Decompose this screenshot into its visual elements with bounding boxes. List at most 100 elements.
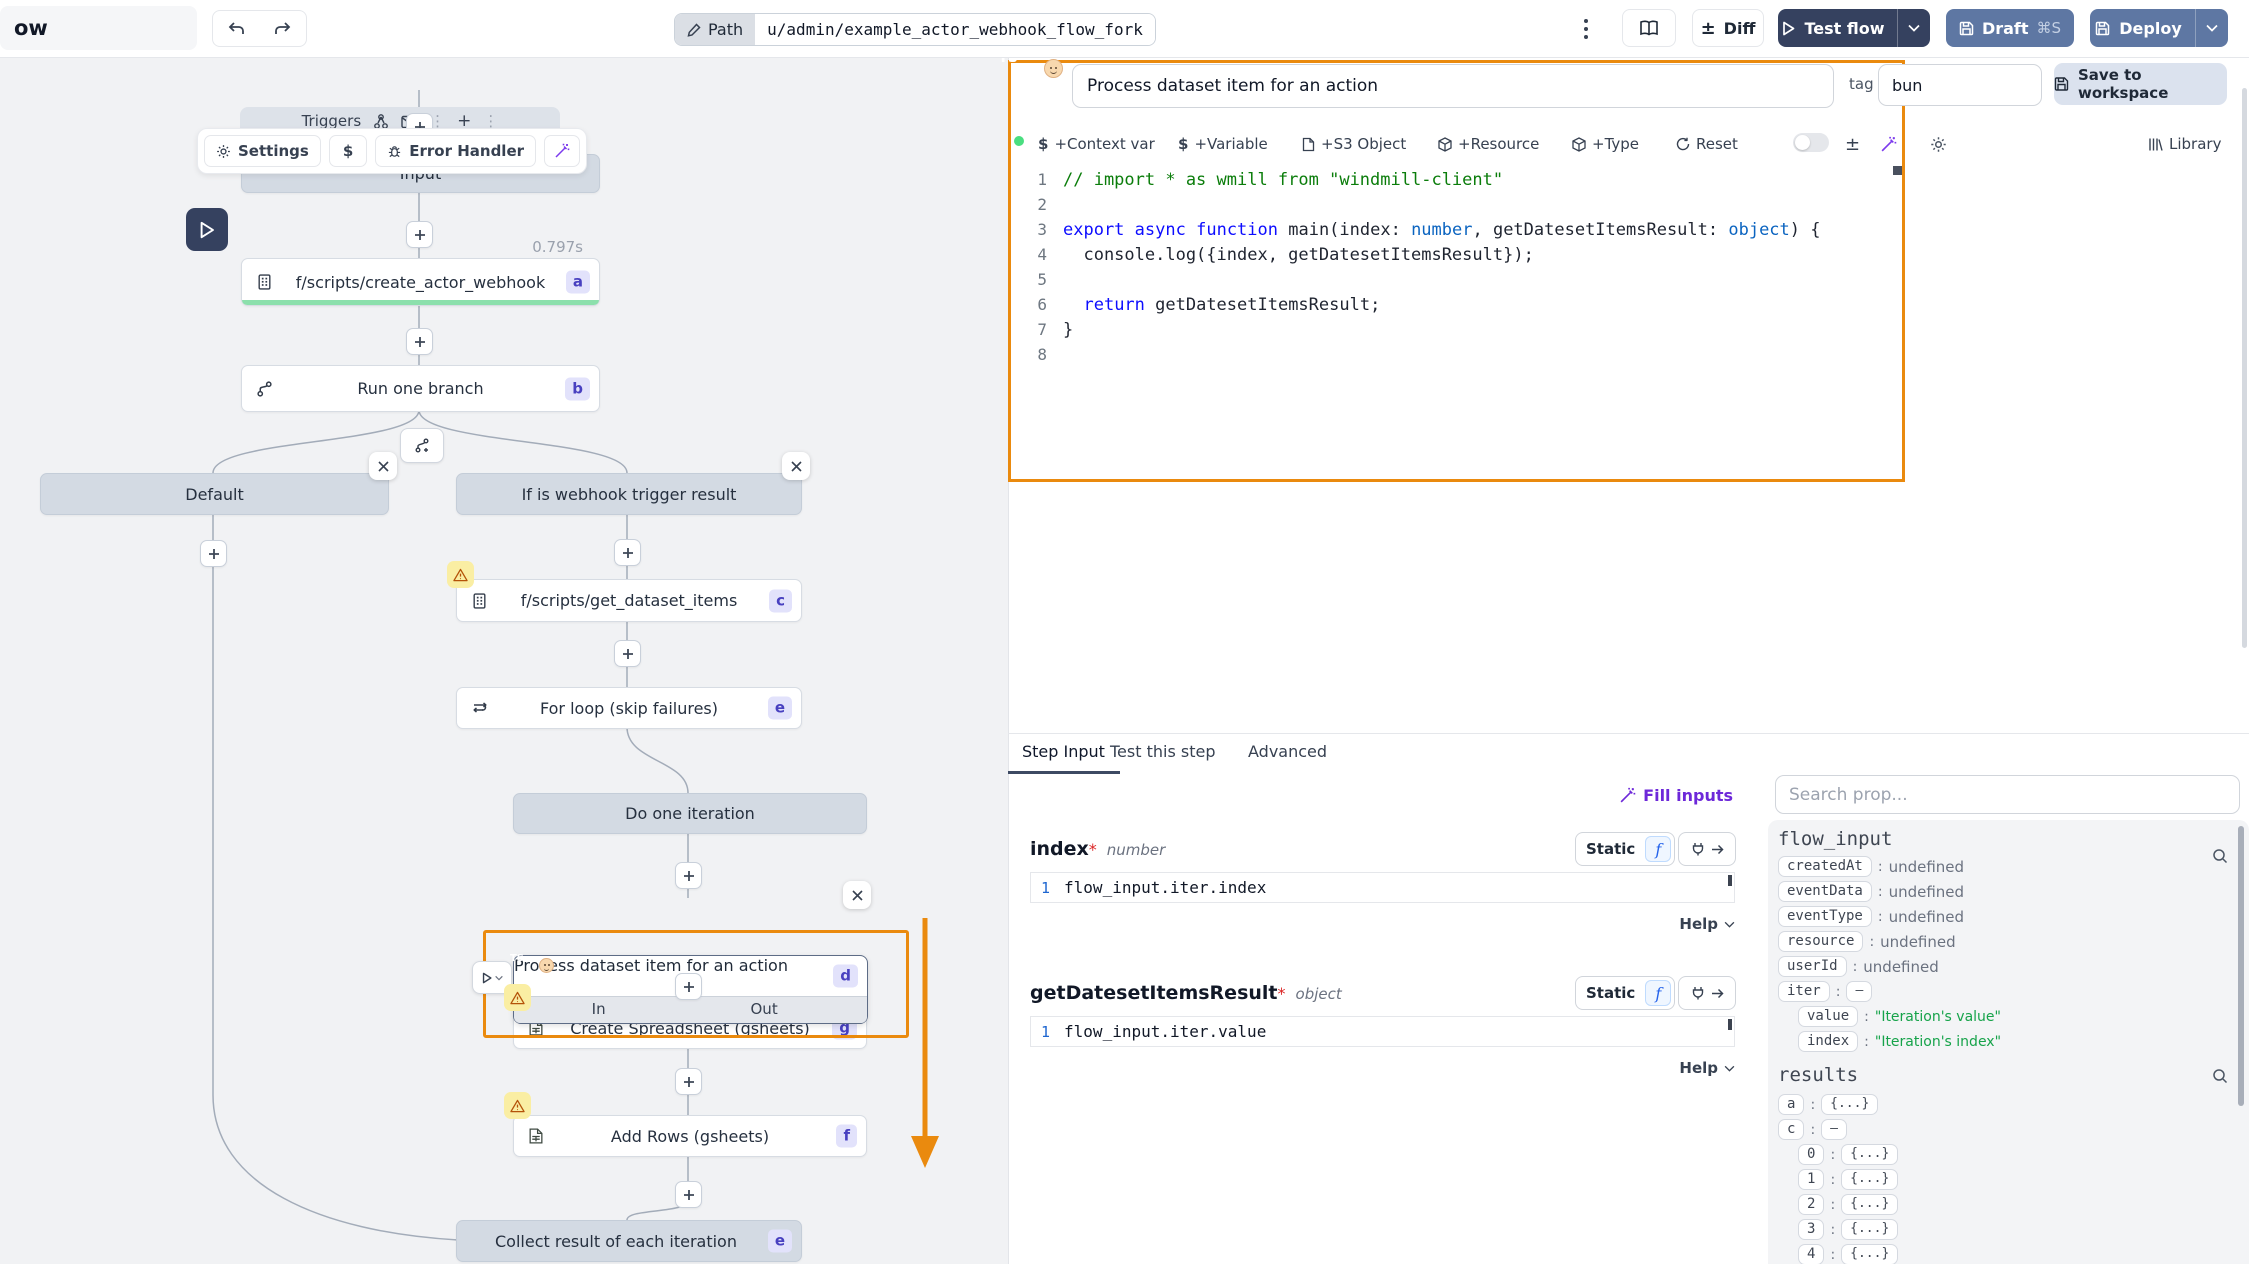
deploy-dropdown[interactable] xyxy=(2195,9,2228,47)
docs-button[interactable] xyxy=(1622,9,1676,47)
do-one-iteration-node[interactable]: Do one iteration xyxy=(513,793,867,834)
tab-test-this-step[interactable]: Test this step xyxy=(1110,742,1215,761)
code-editor[interactable]: 1// import * as wmill from "windmill-cli… xyxy=(1011,167,1899,367)
prop-row[interactable]: 3:{...} xyxy=(1798,1217,2229,1242)
editor-settings-button[interactable] xyxy=(1930,130,1947,158)
tab-out[interactable]: Out xyxy=(751,1000,778,1018)
tab-step-input[interactable]: Step Input xyxy=(1022,742,1105,761)
search-prop-input[interactable]: Search prop... xyxy=(1775,775,2240,814)
prop-row[interactable]: a:{...} xyxy=(1778,1092,2229,1117)
function-mode-icon[interactable]: f xyxy=(1645,836,1671,862)
deploy-button[interactable]: Deploy xyxy=(2090,9,2228,47)
add-context-var-button[interactable]: $+Context var xyxy=(1038,130,1155,158)
ai-assistant-button[interactable] xyxy=(544,135,580,167)
prop-row[interactable]: value:"Iteration's value" xyxy=(1798,1004,2229,1029)
add-variable-button[interactable]: $+Variable xyxy=(1178,130,1268,158)
insert-step-button[interactable] xyxy=(675,973,702,1000)
path-field[interactable]: Path u/admin/example_actor_webhook_flow_… xyxy=(674,13,1156,46)
delete-branch-button[interactable] xyxy=(782,452,810,480)
insert-step-button[interactable] xyxy=(675,1068,702,1095)
ai-generate-button[interactable] xyxy=(1880,130,1897,158)
prop-row[interactable]: eventType:undefined xyxy=(1778,904,2229,929)
prop-row[interactable]: createdAt:undefined xyxy=(1778,854,2229,879)
search-icon[interactable] xyxy=(2212,1068,2228,1084)
prop-row[interactable]: eventData:undefined xyxy=(1778,879,2229,904)
prop-row[interactable]: iter:– xyxy=(1778,979,2229,1004)
plusminus-button[interactable]: ± xyxy=(1845,130,1860,158)
step-id-badge: c xyxy=(769,589,792,612)
for-loop-node[interactable]: For loop (skip failures) e xyxy=(456,687,802,729)
function-mode-icon[interactable]: f xyxy=(1645,980,1671,1006)
expr-input-index[interactable]: 1flow_input.iter.index xyxy=(1030,872,1735,903)
test-flow-dropdown[interactable] xyxy=(1897,9,1930,47)
delete-step-button[interactable] xyxy=(843,881,871,909)
mode-select-getdatesetitemsresult[interactable]: Static f xyxy=(1575,976,1675,1010)
library-button[interactable]: Library xyxy=(2148,130,2221,158)
help-toggle[interactable]: Help xyxy=(1640,1059,1735,1077)
tab-in[interactable]: In xyxy=(592,1000,606,1018)
diff-button[interactable]: ±Diff xyxy=(1692,9,1764,47)
branch-default-node[interactable]: Default xyxy=(40,473,389,515)
reset-button[interactable]: Reset xyxy=(1676,130,1738,158)
step-title-input[interactable]: Process dataset item for an action xyxy=(1072,64,1834,108)
prop-explorer[interactable]: flow_input createdAt:undefinedeventData:… xyxy=(1768,820,2249,1264)
code-line: 4 console.log({index, getDatesetItemsRes… xyxy=(1011,242,1899,267)
get-dataset-items-node[interactable]: f/scripts/get_dataset_items c xyxy=(456,579,802,622)
error-handler-button[interactable]: Error Handler xyxy=(375,135,536,167)
fill-inputs-button[interactable]: Fill inputs xyxy=(1570,786,1733,805)
prop-row[interactable]: userId:undefined xyxy=(1778,954,2229,979)
prop-row[interactable]: 0:{...} xyxy=(1798,1142,2229,1167)
test-flow-button[interactable]: Test flow xyxy=(1778,9,1930,47)
mode-select-index[interactable]: Static f xyxy=(1575,832,1675,866)
connect-input-button[interactable] xyxy=(1678,832,1736,866)
add-rows-node[interactable]: Add Rows (gsheets) f xyxy=(513,1115,867,1157)
undo-button[interactable] xyxy=(212,10,260,47)
prop-row[interactable]: c:– xyxy=(1778,1117,2229,1142)
scrollbar[interactable] xyxy=(2242,88,2247,648)
branch-webhook-node[interactable]: If is webhook trigger result xyxy=(456,473,802,515)
prop-row[interactable]: index:"Iteration's index" xyxy=(1798,1029,2229,1054)
insert-step-button[interactable] xyxy=(406,328,433,355)
add-type-button[interactable]: +Type xyxy=(1572,130,1639,158)
create-actor-webhook-node[interactable]: f/scripts/create_actor_webhook a xyxy=(241,258,600,306)
insert-step-button[interactable] xyxy=(614,539,641,566)
flow-canvas[interactable]: Triggers ⋮ + ⋮ Settings $ Error Handler xyxy=(0,57,1009,1264)
redo-button[interactable] xyxy=(259,10,307,47)
add-s3-object-button[interactable]: +S3 Object xyxy=(1302,130,1406,158)
connect-input-button[interactable] xyxy=(1678,976,1736,1010)
chevron-down-icon[interactable] xyxy=(495,975,503,981)
diff-toggle[interactable] xyxy=(1793,133,1829,152)
prop-key: 3 xyxy=(1798,1219,1824,1241)
insert-step-button[interactable] xyxy=(406,221,433,248)
workspace-variables-button[interactable]: $ xyxy=(329,135,367,167)
flow-input-heading[interactable]: flow_input xyxy=(1778,828,1892,850)
tab-advanced[interactable]: Advanced xyxy=(1248,742,1327,761)
insert-step-button[interactable] xyxy=(675,1181,702,1208)
test-flow-main[interactable]: Test flow xyxy=(1778,19,1889,38)
save-to-workspace-button[interactable]: Save to workspace xyxy=(2054,63,2227,105)
flow-name-input[interactable]: ow xyxy=(0,6,197,50)
results-heading[interactable]: results xyxy=(1778,1064,1858,1086)
draft-button[interactable]: Draft⌘S xyxy=(1946,9,2074,47)
prop-row[interactable]: resource:undefined xyxy=(1778,929,2229,954)
run-one-branch-node[interactable]: Run one branch b xyxy=(241,365,600,412)
add-branch-button[interactable] xyxy=(400,428,444,463)
prop-key: createdAt xyxy=(1778,856,1872,878)
insert-step-button[interactable] xyxy=(200,540,227,567)
insert-step-button[interactable] xyxy=(614,640,641,667)
settings-button[interactable]: Settings xyxy=(204,135,321,167)
delete-branch-button[interactable] xyxy=(369,452,397,480)
prop-row[interactable]: 2:{...} xyxy=(1798,1192,2229,1217)
expr-input-getdatesetitemsresult[interactable]: 1flow_input.iter.value xyxy=(1030,1016,1735,1047)
help-toggle[interactable]: Help xyxy=(1640,915,1735,933)
collect-result-node[interactable]: Collect result of each iteration e xyxy=(456,1220,802,1262)
scrollbar[interactable] xyxy=(2238,826,2244,1106)
tag-input[interactable]: bun xyxy=(1878,64,2042,106)
prop-row[interactable]: 4:{...} xyxy=(1798,1242,2229,1264)
prop-row[interactable]: 1:{...} xyxy=(1798,1167,2229,1192)
deploy-main[interactable]: Deploy xyxy=(2090,19,2187,38)
insert-step-button[interactable] xyxy=(675,862,702,889)
more-menu-button[interactable] xyxy=(1576,14,1596,44)
test-up-to-button[interactable] xyxy=(186,208,228,251)
add-resource-button[interactable]: +Resource xyxy=(1438,130,1539,158)
